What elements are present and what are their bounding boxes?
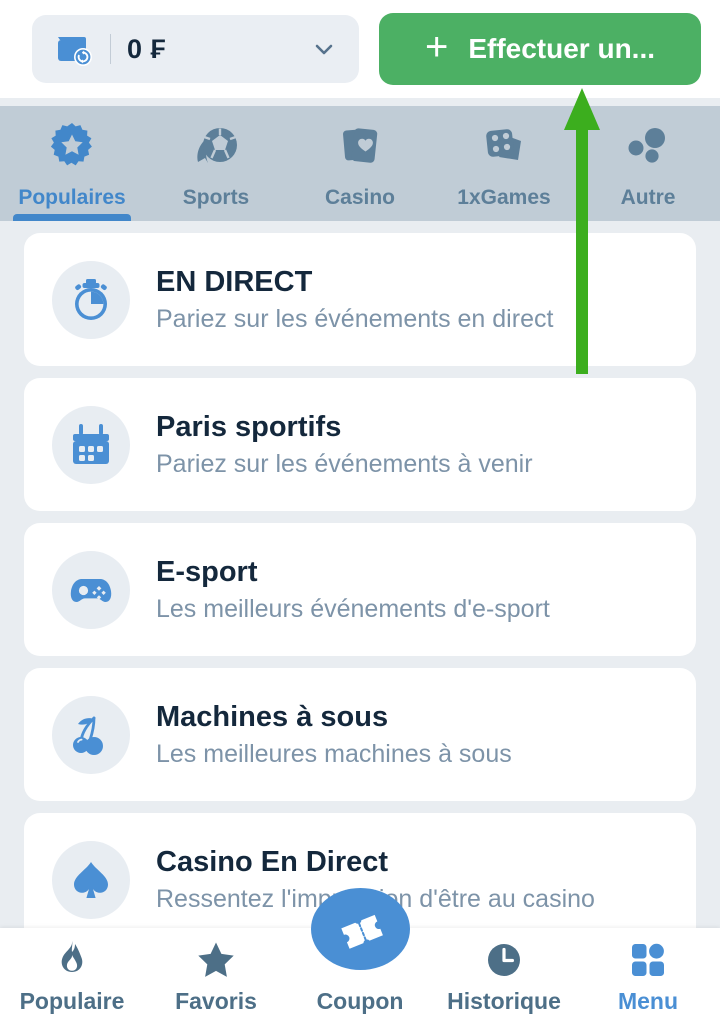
star-burst-icon bbox=[45, 120, 99, 174]
coupon-fab-button[interactable] bbox=[311, 888, 410, 970]
list-item-text: E-sport Les meilleurs événements d'e-spo… bbox=[156, 556, 550, 624]
category-tab-bar: Populaires Sports Casino 1xGames Autre bbox=[0, 106, 720, 221]
ticket-icon bbox=[336, 904, 386, 954]
list-item-subtitle: Les meilleures machines à sous bbox=[156, 739, 512, 768]
tab-casino[interactable]: Casino bbox=[288, 106, 432, 221]
tab-label: Populaires bbox=[18, 186, 126, 209]
clock-icon bbox=[483, 939, 525, 981]
list-item-text: EN DIRECT Pariez sur les événements en d… bbox=[156, 266, 553, 334]
nav-item-menu[interactable]: Menu bbox=[576, 928, 720, 1025]
calendar-icon bbox=[68, 422, 114, 468]
make-deposit-label: Effectuer un... bbox=[468, 33, 656, 64]
make-deposit-button[interactable]: + Effectuer un... bbox=[379, 13, 701, 85]
gamepad-icon bbox=[68, 567, 114, 613]
plus-icon: + bbox=[424, 25, 449, 69]
list-item-title: Paris sportifs bbox=[156, 410, 342, 443]
app-screen: 0 ₣ + Effectuer un... Populaires Sports … bbox=[0, 0, 720, 1025]
three-dots-icon bbox=[621, 120, 675, 174]
wallet-refresh-icon bbox=[54, 29, 94, 69]
nav-label: Historique bbox=[447, 987, 561, 1014]
star-icon bbox=[195, 939, 237, 981]
tab-label: Autre bbox=[620, 186, 676, 209]
playing-cards-heart-icon bbox=[333, 120, 387, 174]
category-list: EN DIRECT Pariez sur les événements en d… bbox=[0, 221, 720, 928]
pill-divider bbox=[110, 34, 111, 64]
list-item-title: Machines à sous bbox=[156, 700, 389, 733]
nav-item-favoris[interactable]: Favoris bbox=[144, 928, 288, 1025]
top-bar: 0 ₣ + Effectuer un... bbox=[0, 0, 720, 98]
nav-label: Coupon bbox=[316, 987, 404, 1014]
soccer-ball-icon bbox=[189, 120, 243, 174]
nav-label: Populaire bbox=[19, 987, 125, 1014]
stopwatch-icon bbox=[68, 277, 114, 323]
tab-label: 1xGames bbox=[457, 186, 551, 209]
list-item[interactable]: Paris sportifs Pariez sur les événements… bbox=[24, 378, 696, 511]
tab-autre[interactable]: Autre bbox=[576, 106, 720, 221]
tab-populaires[interactable]: Populaires bbox=[0, 106, 144, 221]
list-item[interactable]: Machines à sous Les meilleures machines … bbox=[24, 668, 696, 801]
list-item-title: Casino En Direct bbox=[156, 845, 389, 878]
tab-sports[interactable]: Sports bbox=[144, 106, 288, 221]
nav-item-populaire[interactable]: Populaire bbox=[0, 928, 144, 1025]
balance-pill[interactable]: 0 ₣ bbox=[32, 15, 359, 83]
dice-card-icon bbox=[477, 120, 531, 174]
list-item-subtitle: Pariez sur les événements en direct bbox=[156, 304, 554, 333]
list-item[interactable]: EN DIRECT Pariez sur les événements en d… bbox=[24, 233, 696, 366]
icon-badge bbox=[52, 405, 130, 484]
chevron-down-icon[interactable] bbox=[311, 36, 337, 62]
list-item-subtitle: Pariez sur les événements à venir bbox=[156, 449, 533, 478]
grid-menu-icon bbox=[627, 939, 669, 981]
icon-badge bbox=[52, 550, 130, 629]
tab-label: Casino bbox=[324, 186, 395, 209]
icon-badge bbox=[52, 840, 130, 919]
tab-active-indicator bbox=[13, 214, 131, 221]
cherries-icon bbox=[68, 712, 114, 758]
icon-badge bbox=[52, 260, 130, 339]
tab-label: Sports bbox=[182, 186, 250, 209]
list-item-text: Paris sportifs Pariez sur les événements… bbox=[156, 411, 533, 479]
tab-1xgames[interactable]: 1xGames bbox=[432, 106, 576, 221]
nav-label: Favoris bbox=[175, 987, 257, 1014]
list-item[interactable]: E-sport Les meilleurs événements d'e-spo… bbox=[24, 523, 696, 656]
icon-badge bbox=[52, 695, 130, 774]
list-item-title: E-sport bbox=[156, 555, 258, 588]
list-item-text: Machines à sous Les meilleures machines … bbox=[156, 701, 512, 769]
flame-icon bbox=[51, 939, 93, 981]
balance-amount: 0 ₣ bbox=[127, 33, 167, 64]
list-item-title: EN DIRECT bbox=[156, 265, 313, 298]
nav-item-historique[interactable]: Historique bbox=[432, 928, 576, 1025]
spade-icon bbox=[68, 857, 114, 903]
nav-label: Menu bbox=[617, 987, 679, 1014]
list-item-subtitle: Les meilleurs événements d'e-sport bbox=[156, 594, 550, 623]
